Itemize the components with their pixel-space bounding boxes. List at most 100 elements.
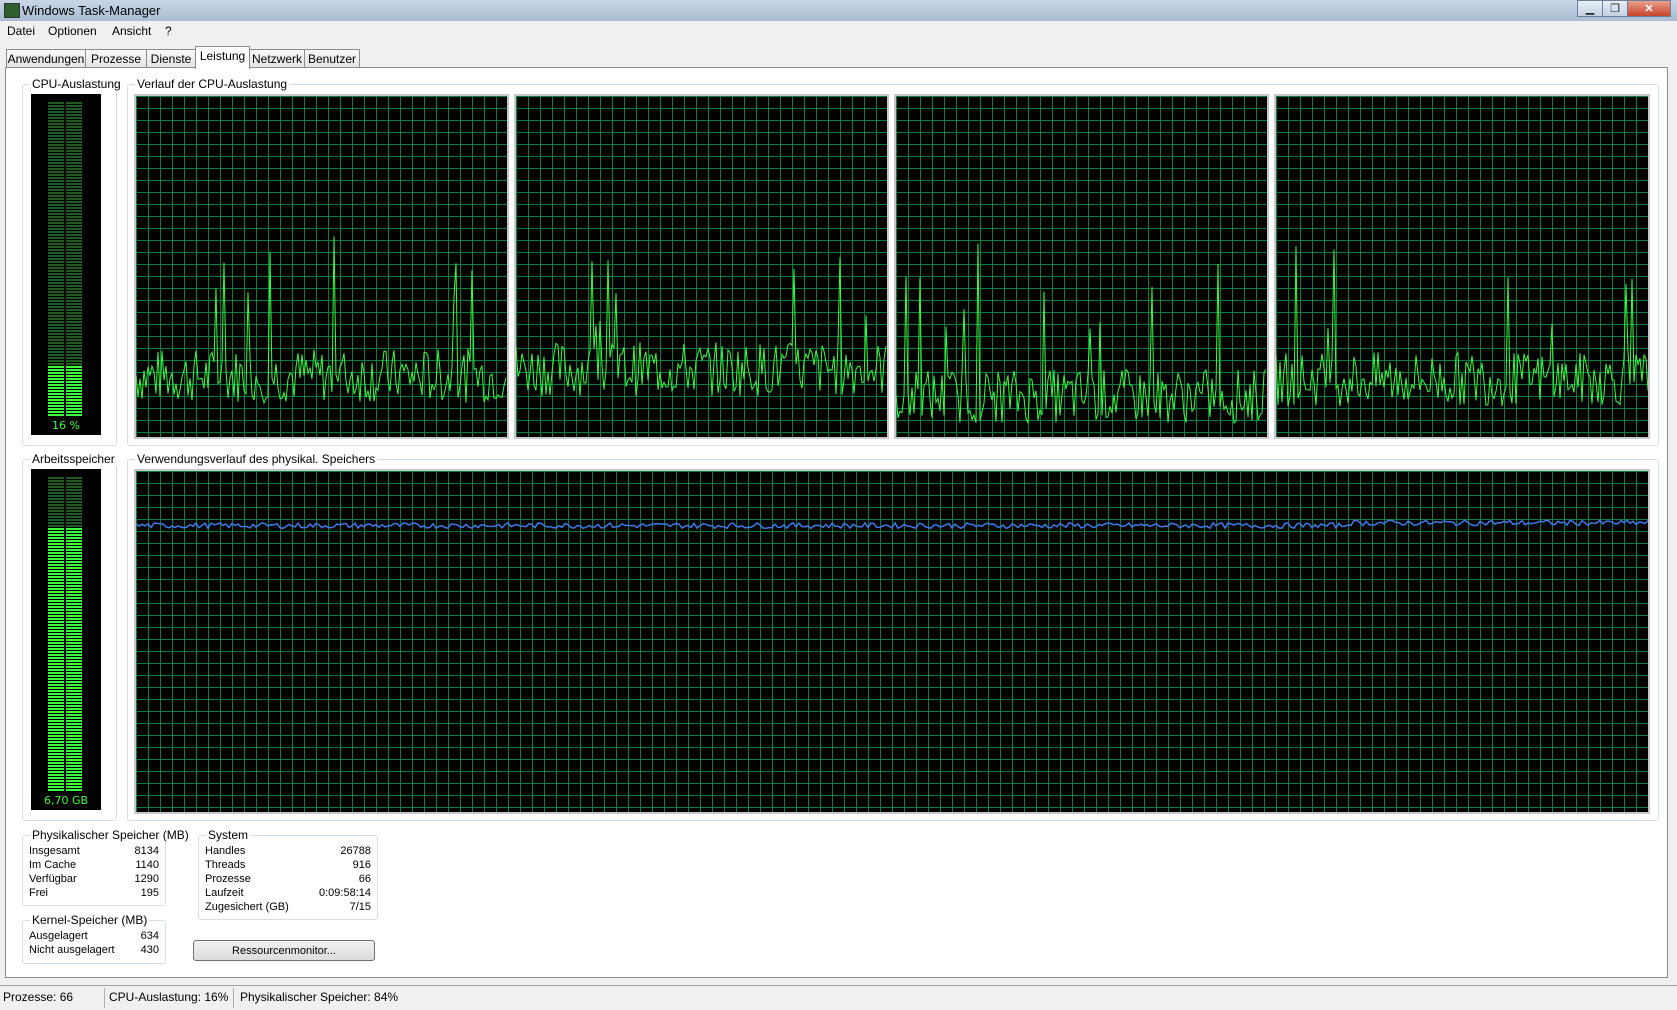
memory-value: 6,70 GB (43, 794, 89, 807)
stat-key: Frei (29, 887, 48, 899)
meter-segment (66, 567, 82, 569)
meter-segment (66, 183, 82, 185)
title-bar[interactable]: Windows Task-Manager ▁ ❐ ✕ (0, 0, 1677, 22)
stat-row: Insgesamt 8134 (29, 845, 159, 859)
meter-segment (48, 381, 64, 383)
tab-dienste[interactable]: Dienste (146, 49, 196, 67)
tab-leistung[interactable]: Leistung (195, 46, 250, 69)
meter-segment (66, 711, 82, 713)
meter-segment (48, 735, 64, 737)
meter-segment (48, 744, 64, 746)
meter-segment (66, 189, 82, 191)
meter-segment (66, 270, 82, 272)
cpu-core-2-graph (514, 94, 889, 439)
meter-segment (48, 336, 64, 338)
meter-segment (66, 123, 82, 125)
stat-value: 66 (358, 873, 371, 885)
tab-anwendungen[interactable]: Anwendungen (6, 49, 86, 67)
meter-segment (66, 207, 82, 209)
meter-segment (66, 264, 82, 266)
meter-segment (66, 132, 82, 134)
meter-segment (66, 504, 82, 506)
meter-segment (48, 618, 64, 620)
meter-segment (66, 402, 82, 404)
meter-segment (66, 213, 82, 215)
minimize-button[interactable]: ▁ (1577, 0, 1603, 17)
meter-segment (66, 138, 82, 140)
meter-segment (48, 399, 64, 401)
meter-segment (66, 129, 82, 131)
stat-key: Prozesse (205, 873, 251, 885)
meter-segment (48, 300, 64, 302)
meter-segment (48, 762, 64, 764)
meter-segment (48, 273, 64, 275)
meter-segment (48, 534, 64, 536)
meter-segment (48, 717, 64, 719)
stat-value: 634 (140, 930, 159, 942)
meter-segment (66, 624, 82, 626)
meter-segment (66, 168, 82, 170)
meter-segment (48, 408, 64, 410)
meter-segment (48, 345, 64, 347)
meter-segment (66, 552, 82, 554)
meter-segment (66, 165, 82, 167)
meter-segment (48, 540, 64, 542)
tab-prozesse[interactable]: Prozesse (85, 49, 147, 67)
meter-segment (48, 750, 64, 752)
meter-segment (66, 249, 82, 251)
tab-benutzer[interactable]: Benutzer (304, 49, 360, 67)
meter-segment (48, 243, 64, 245)
meter-segment (66, 726, 82, 728)
meter-segment (48, 510, 64, 512)
window-title: Windows Task-Manager (22, 3, 161, 18)
meter-segment (48, 207, 64, 209)
meter-segment (66, 201, 82, 203)
meter-segment (48, 351, 64, 353)
meter-segment (66, 408, 82, 410)
menu-ansicht[interactable]: Ansicht (112, 24, 151, 38)
meter-segment (66, 171, 82, 173)
meter-segment (48, 342, 64, 344)
meter-segment (66, 696, 82, 698)
meter-segment (48, 573, 64, 575)
tab-netzwerk[interactable]: Netzwerk (249, 49, 305, 67)
meter-segment (48, 657, 64, 659)
resource-monitor-button[interactable]: Ressourcenmonitor... (193, 940, 375, 961)
meter-segment (48, 513, 64, 515)
meter-segment (66, 195, 82, 197)
menu-help[interactable]: ? (165, 24, 172, 38)
menu-datei[interactable]: Datei (7, 24, 35, 38)
meter-segment (66, 354, 82, 356)
meter-segment (48, 246, 64, 248)
cpu-core-2-chart (516, 96, 887, 437)
menu-optionen[interactable]: Optionen (48, 24, 97, 38)
meter-segment (66, 414, 82, 416)
meter-segment (48, 294, 64, 296)
meter-segment (48, 264, 64, 266)
meter-segment (48, 372, 64, 374)
meter-segment (66, 600, 82, 602)
meter-segment (66, 519, 82, 521)
meter-segment (48, 621, 64, 623)
meter-segment (66, 513, 82, 515)
meter-segment (48, 558, 64, 560)
meter-segment (66, 246, 82, 248)
meter-segment (48, 645, 64, 647)
meter-segment (66, 102, 82, 104)
meter-segment (66, 120, 82, 122)
meter-segment (66, 294, 82, 296)
meter-segment (48, 285, 64, 287)
meter-segment (66, 222, 82, 224)
meter-segment (48, 480, 64, 482)
cpu-usage-group: CPU-Auslastung 16 % (22, 77, 123, 446)
close-button[interactable]: ✕ (1627, 0, 1671, 17)
meter-segment (66, 333, 82, 335)
meter-segment (48, 174, 64, 176)
meter-segment (66, 231, 82, 233)
meter-segment (48, 606, 64, 608)
meter-segment (66, 360, 82, 362)
maximize-button[interactable]: ❐ (1602, 0, 1628, 17)
meter-segment (66, 609, 82, 611)
meter-segment (66, 351, 82, 353)
meter-segment (48, 642, 64, 644)
